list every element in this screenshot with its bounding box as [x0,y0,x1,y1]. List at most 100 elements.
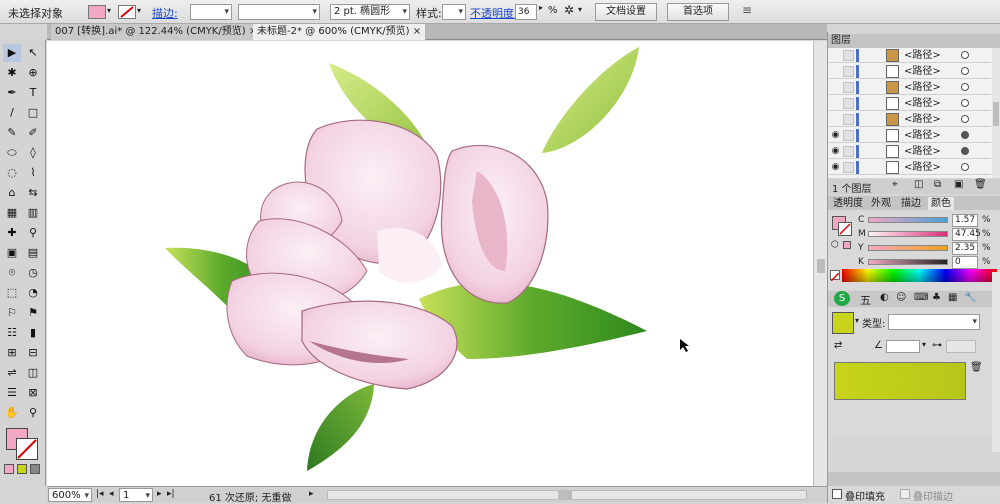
tool-button-14[interactable]: ⌂ [3,184,21,202]
overprint-stroke-checkbox[interactable] [900,489,910,499]
tool-button-16[interactable]: ▦ [3,204,21,222]
tool-button-32[interactable]: ⇌ [3,364,21,382]
tool-button-0[interactable]: ▶ [3,44,21,62]
page-dropdown[interactable]: 1 [119,488,153,503]
stroke-link[interactable]: 描边: [152,5,178,21]
chevron-down-icon[interactable]: ▾ [922,340,926,349]
target-icon[interactable] [961,51,969,59]
lock-toggle[interactable] [843,130,854,141]
angle-input[interactable] [886,340,920,353]
layer-row[interactable]: <路径> [828,112,991,127]
channel-slider[interactable] [868,217,948,223]
artboard-canvas[interactable] [47,41,813,486]
stroke-color-swatch[interactable] [838,222,852,236]
none-color-icon[interactable] [830,270,840,282]
tool-button-30[interactable]: ⊞ [3,344,21,362]
channel-value-input[interactable]: 47.45 [952,228,981,241]
tool-button-31[interactable]: ⊟ [24,344,42,362]
keyboard-icon[interactable]: ⌨ [914,292,928,303]
scroll-thumb[interactable] [817,259,825,273]
next-page-icon[interactable]: ▸ [157,489,162,499]
clipping-mask-icon[interactable]: ◫ [914,179,923,190]
layer-row[interactable]: ◉ <路径> [828,160,991,175]
target-icon[interactable] [961,163,969,171]
overprint-fill-checkbox[interactable] [832,489,842,499]
target-icon[interactable] [961,83,969,91]
tool-button-12[interactable]: ◌ [3,164,21,182]
prev-page-icon[interactable]: ◂ [109,489,114,499]
channel-slider[interactable] [868,259,948,265]
opacity-link[interactable]: 不透明度: [470,5,518,21]
tool-button-27[interactable]: ⚑ [24,304,42,322]
tool-button-29[interactable]: ▮ [24,324,42,342]
lock-toggle[interactable] [843,162,854,173]
tool-button-19[interactable]: ⚲ [24,224,42,242]
tool-button-5[interactable]: T [24,84,42,102]
channel-value-input[interactable]: 0 [952,256,978,269]
layer-row[interactable]: ◉ <路径> [828,128,991,143]
tool-button-3[interactable]: ⊕ [24,64,42,82]
tool-button-34[interactable]: ☰ [3,384,21,402]
fill-swatch[interactable] [88,5,106,19]
target-icon[interactable] [961,67,969,75]
tool-button-26[interactable]: ⚐ [3,304,21,322]
layer-row[interactable]: <路径> [828,64,991,79]
tool-button-1[interactable]: ↖ [24,44,42,62]
tool-button-7[interactable]: □ [24,104,42,122]
grid-icon[interactable]: ▦ [948,292,957,303]
chevron-down-icon[interactable]: ▾ [578,5,582,14]
document-setup-button[interactable]: 文档设置 [595,3,657,21]
tool-button-2[interactable]: ✱ [3,64,21,82]
channel-slider[interactable] [868,245,948,251]
layers-scrollbar[interactable] [992,48,1000,178]
panel-scrollbar[interactable] [992,272,1000,452]
visibility-toggle[interactable] [830,66,841,77]
gradient-preview[interactable] [834,362,966,400]
aspect-ratio-icon[interactable]: ⊶ [932,340,942,351]
gradient-swatch[interactable] [832,312,854,334]
emoji-icon[interactable]: ☺ [896,292,906,303]
sogou-ime-icon[interactable]: S [834,291,850,306]
channel-slider[interactable] [868,231,948,237]
tool-button-37[interactable]: ⚲ [24,404,42,422]
tab-007[interactable]: 007 [转换].ai* @ 122.44% (CMYK/预览) × [51,24,262,40]
first-page-icon[interactable]: |◂ [96,489,104,499]
visibility-toggle[interactable] [830,114,841,125]
tool-button-13[interactable]: ⌇ [24,164,42,182]
tool-button-11[interactable]: ◊ [24,144,42,162]
ime-mode-icon[interactable]: 五 [860,292,871,308]
tool-button-8[interactable]: ✎ [3,124,21,142]
chevron-down-icon[interactable]: ▾ [855,316,859,325]
opacity-input[interactable]: 36 [515,4,537,20]
scroll-thumb[interactable] [993,102,999,126]
layer-row[interactable]: <路径> [828,80,991,95]
channel-value-input[interactable]: 1.57 [952,214,978,227]
tab-color[interactable]: 颜色 [928,197,954,210]
tool-color-mode-1[interactable] [17,464,27,474]
new-sublayer-icon[interactable]: ⧉ [934,179,941,190]
trash-icon[interactable]: 🗑 [970,362,983,373]
wrench-icon[interactable]: 🔧 [964,292,976,303]
status-menu-icon[interactable]: ▸ [309,489,314,499]
punctuation-icon[interactable]: ◐ [880,292,889,303]
target-icon[interactable] [961,99,969,107]
tool-button-25[interactable]: ◔ [24,284,42,302]
target-icon[interactable] [961,147,969,155]
tool-button-33[interactable]: ◫ [24,364,42,382]
cube-icon[interactable]: ⬡ [831,240,839,250]
eye-icon[interactable]: ◉ [830,130,841,141]
tool-button-35[interactable]: ⊠ [24,384,42,402]
tab-appearance[interactable]: 外观 [868,197,894,210]
tool-button-28[interactable]: ☷ [3,324,21,342]
last-page-icon[interactable]: ▸| [167,489,175,499]
scroll-thumb[interactable] [558,491,572,499]
tool-button-9[interactable]: ✐ [24,124,42,142]
tool-button-20[interactable]: ▣ [3,244,21,262]
tool-button-18[interactable]: ✚ [3,224,21,242]
tab-untitled-2[interactable]: 未标题-2* @ 600% (CMYK/预览) × [253,24,426,40]
tool-button-22[interactable]: ⌾ [3,264,21,282]
tool-button-23[interactable]: ◷ [24,264,42,282]
zoom-dropdown[interactable]: 600% [48,488,92,503]
lock-toggle[interactable] [843,66,854,77]
lock-toggle[interactable] [843,82,854,93]
